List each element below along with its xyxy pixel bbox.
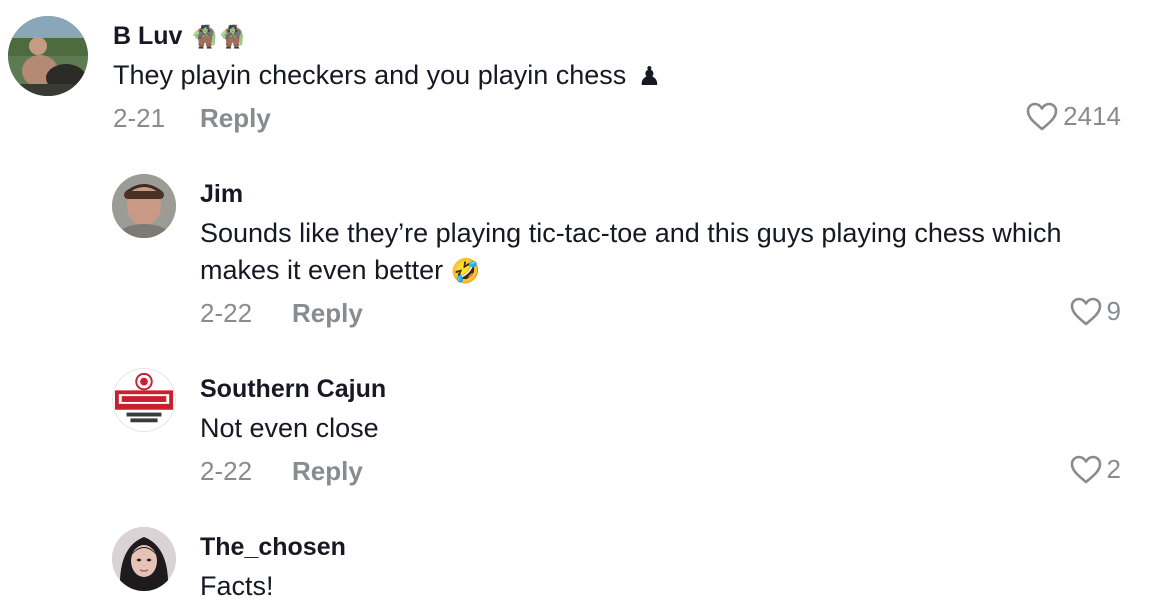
avatar[interactable] (112, 174, 176, 238)
comment-date: 2-21 (113, 103, 166, 133)
like-count: 2 (1106, 454, 1121, 484)
heart-outline-icon (1026, 102, 1058, 131)
like-count: 9 (1106, 296, 1121, 326)
comment-date: 2-22 (200, 298, 253, 328)
comment-text: Not even close (200, 413, 379, 443)
wendeez-nuts-logo (113, 369, 175, 431)
avatar[interactable] (112, 527, 176, 591)
troll-emoji: 🧌🧌 (191, 24, 247, 50)
comment-text: They playin checkers and you playin ches… (113, 57, 661, 95)
comment-username[interactable]: Jim (200, 180, 243, 209)
like-button[interactable]: 2414 (1025, 101, 1121, 132)
rolling-laughing-emoji: 🤣 (450, 258, 481, 286)
comment-username[interactable]: Southern Cajun (200, 375, 386, 404)
comment-text: Sounds like they’re playing tic-tac-toe … (200, 215, 1100, 290)
chess-pawn-emoji: ♟ (637, 61, 662, 92)
reply-button[interactable]: Reply (292, 456, 363, 487)
comment-username[interactable]: B Luv 🧌🧌 (113, 22, 246, 51)
like-count: 2414 (1063, 101, 1121, 131)
like-button[interactable]: 9 (1069, 296, 1121, 327)
reply-button[interactable]: Reply (200, 103, 271, 134)
avatar[interactable] (112, 368, 176, 432)
heart-outline-icon (1070, 297, 1101, 326)
comment-username[interactable]: The_chosen (200, 533, 346, 562)
heart-outline-icon (1070, 455, 1101, 484)
comment-date: 2-22 (200, 456, 253, 486)
comment-text: Facts! (200, 571, 274, 601)
avatar[interactable] (8, 16, 88, 96)
reply-button[interactable]: Reply (292, 298, 363, 329)
like-button[interactable]: 2 (1069, 454, 1121, 485)
